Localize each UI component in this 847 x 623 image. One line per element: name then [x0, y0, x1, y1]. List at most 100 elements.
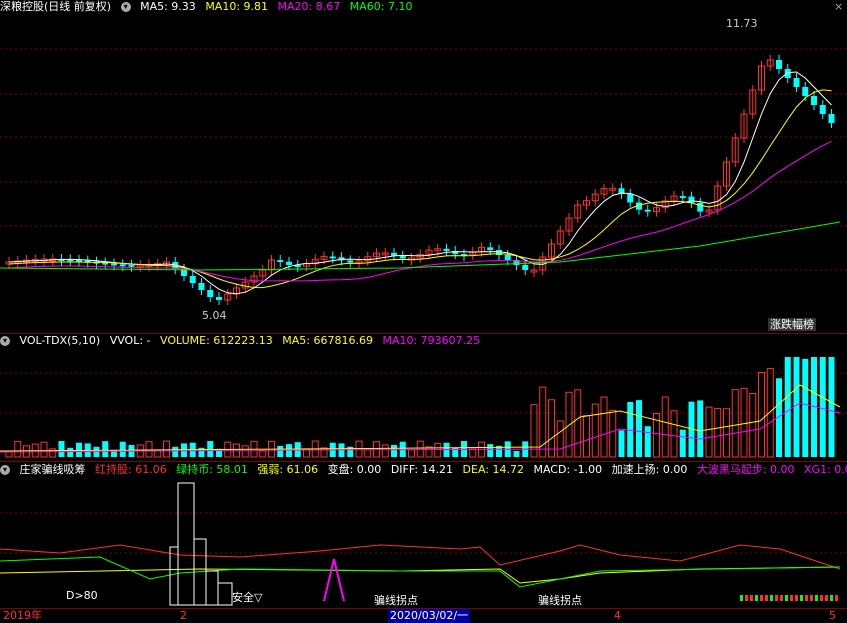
volume-panel[interactable]: ▾ VOL-TDX(5,10) VVOL: - VOLUME: 612223.1… [0, 333, 847, 461]
candle-body [128, 264, 135, 267]
hongchigu-line [0, 544, 841, 570]
volume-bar [76, 442, 82, 457]
volume-bar [714, 407, 722, 458]
volume-bar [705, 406, 713, 458]
volume-header: ▾ VOL-TDX(5,10) VVOL: - VOLUME: 612223.1… [0, 334, 486, 348]
candlestick-chart[interactable] [0, 0, 847, 333]
price-panel[interactable]: 深粮控股(日线 前复权) ▾ MA5: 9.33 MA10: 9.81 MA20… [0, 0, 847, 333]
volume-bar [163, 440, 170, 458]
hongchigu-label: 红持股: 61.06 [95, 463, 167, 476]
volume-bar [574, 389, 582, 458]
chevron-down-icon[interactable]: ▾ [0, 336, 10, 346]
candle-body [828, 114, 835, 123]
chevron-down-icon[interactable]: ▾ [120, 2, 131, 12]
candle-body [329, 256, 336, 259]
volume-bar [670, 410, 678, 458]
volume-bar [618, 430, 625, 457]
volume-bar [93, 446, 100, 457]
ma10-label: MA10: 9.81 [205, 0, 269, 13]
volume-bar [241, 445, 249, 458]
vvol-label: VVOL: - [109, 334, 151, 347]
indicator-panel[interactable]: ▾ 庄家骗线吸筹 红持股: 61.06 绿持币: 58.01 强弱: 61.06… [0, 461, 847, 609]
volume-bar [469, 448, 477, 458]
volume-bar [556, 420, 564, 458]
volume-bar [591, 403, 599, 458]
anquan-label: 安全▽ [232, 591, 263, 604]
ma20-label: MA20: 8.67 [277, 0, 341, 13]
macd-bar [750, 595, 753, 601]
macd-bar [775, 595, 778, 601]
macd-label: MACD: -1.00 [533, 463, 603, 476]
volume-bar [661, 396, 669, 458]
volume-bar [583, 415, 590, 458]
candle-body [522, 265, 529, 270]
ma60-label: MA60: 7.10 [349, 0, 413, 13]
candle-body [793, 78, 800, 87]
macd-bar [795, 595, 798, 601]
candle-body [802, 87, 809, 96]
macd-bar [740, 595, 743, 601]
axis-cursor-date: 2020/03/02/一 [388, 609, 471, 623]
volume-bar [355, 440, 363, 458]
volume-label: VOLUME: 612223.13 [160, 334, 273, 347]
pianxian-label-2: 骗线拐点 [538, 594, 582, 607]
volume-bar [731, 389, 739, 458]
candle-body [776, 60, 782, 69]
ranking-badge[interactable]: 涨跌幅榜 [768, 318, 816, 331]
macd-bar [780, 595, 783, 601]
volume-bar [408, 449, 415, 458]
volume-bar [697, 400, 704, 457]
candle-body [504, 255, 511, 260]
volume-bar [740, 387, 748, 458]
volume-bar [819, 357, 826, 457]
candle-body [811, 96, 817, 105]
candle-body [443, 248, 450, 251]
volume-bar [145, 441, 153, 458]
axis-year: 2019年 [3, 609, 42, 622]
volume-bar [364, 449, 372, 458]
price-header: 深粮控股(日线 前复权) ▾ MA5: 9.33 MA10: 9.81 MA20… [0, 0, 418, 14]
candle-body [277, 260, 284, 263]
close-icon[interactable]: × [834, 0, 843, 13]
candle-body [784, 69, 791, 78]
low-price-label: 5.04 [202, 309, 227, 322]
macd-bar [800, 595, 803, 601]
volume-bar [14, 440, 22, 458]
candle-body [487, 247, 494, 250]
ind-title: 庄家骗线吸筹 [19, 463, 86, 476]
macd-bar [760, 595, 763, 601]
candle-body [399, 255, 406, 259]
volume-bar [102, 441, 109, 457]
candle-body [207, 290, 214, 297]
volume-bar [749, 392, 757, 458]
volume-bar [784, 357, 791, 457]
volume-bar [40, 441, 48, 458]
chevron-down-icon[interactable]: ▾ [0, 465, 10, 475]
ma5-label: MA5: 9.33 [140, 0, 196, 13]
candle-body [119, 264, 126, 267]
macd-bar [805, 595, 808, 601]
volume-chart[interactable] [0, 333, 847, 461]
macd-bar [820, 595, 823, 601]
axis-month-4: 4 [614, 609, 621, 622]
volume-bar [259, 450, 267, 458]
pianxian-label-1: 骗线拐点 [374, 594, 418, 607]
volume-bar [636, 400, 642, 457]
time-axis: 2019年 2 2020/03/02/一 4 5 [0, 608, 847, 623]
lvchibi-line [0, 556, 841, 588]
volume-bar [487, 444, 494, 457]
biancang-label: 变盘: 0.00 [327, 463, 382, 476]
macd-bar [835, 595, 838, 601]
volume-bar [758, 372, 765, 458]
volume-bar [513, 450, 520, 457]
indicator-chart[interactable] [0, 461, 847, 609]
volume-bar [609, 409, 617, 458]
macd-bar [770, 595, 773, 601]
volume-bar [67, 447, 74, 457]
axis-month-2: 2 [180, 609, 187, 622]
qiangruo-label: 强弱: 61.06 [257, 463, 319, 476]
volume-bar [391, 444, 397, 457]
candle-body [347, 260, 354, 263]
candle-body [391, 252, 397, 256]
signal-box [177, 482, 195, 606]
